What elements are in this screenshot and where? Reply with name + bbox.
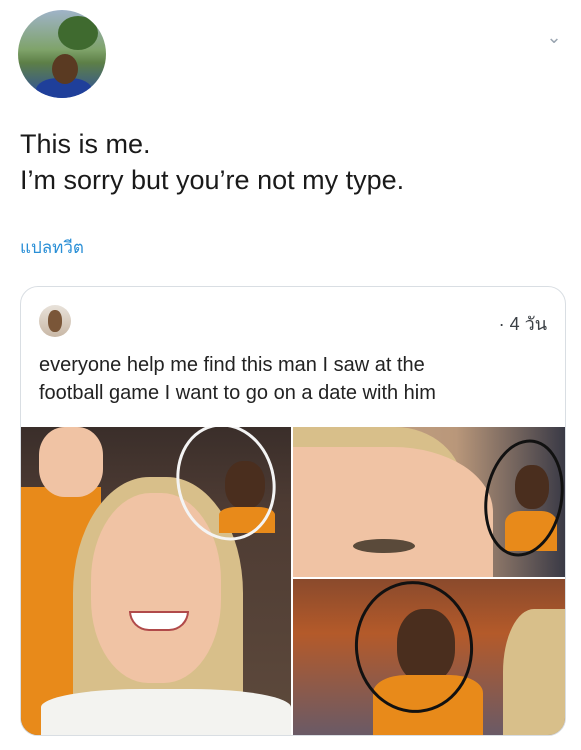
photo-selfie[interactable] bbox=[21, 427, 291, 735]
tweet: ⌄ This is me. I’m sorry but you’re not m… bbox=[0, 0, 581, 750]
chevron-down-icon[interactable]: ⌄ bbox=[543, 26, 565, 48]
closeup-face bbox=[293, 447, 493, 577]
avatar-face bbox=[52, 54, 78, 84]
eye bbox=[353, 539, 415, 553]
quoted-tweet[interactable]: · 4 วัน everyone help me find this man I… bbox=[20, 286, 566, 736]
user-avatar[interactable] bbox=[18, 10, 106, 98]
quoted-avatar-face bbox=[48, 310, 62, 332]
photo-closeup[interactable] bbox=[293, 427, 565, 577]
quoted-text-line: football game I want to go on a date wit… bbox=[39, 382, 436, 404]
fan-face bbox=[39, 427, 103, 497]
quoted-tweet-timestamp[interactable]: · 4 วัน bbox=[499, 309, 547, 338]
photo-zoomed-man[interactable] bbox=[293, 579, 565, 735]
quoted-user-avatar[interactable] bbox=[39, 305, 71, 337]
white-top bbox=[41, 689, 291, 735]
tweet-text-line: This is me. bbox=[20, 129, 151, 159]
tweet-text-line: I’m sorry but you’re not my type. bbox=[20, 165, 405, 195]
blonde-hair bbox=[503, 609, 565, 735]
translate-tweet-link[interactable]: แปลทวีต bbox=[20, 234, 84, 261]
avatar-background-tree bbox=[58, 16, 98, 50]
quoted-text-line: everyone help me find this man I saw at … bbox=[39, 354, 425, 376]
quoted-tweet-text: everyone help me find this man I saw at … bbox=[39, 351, 549, 407]
tweet-text: This is me. I’m sorry but you’re not my … bbox=[20, 126, 560, 198]
media-grid bbox=[21, 427, 565, 735]
